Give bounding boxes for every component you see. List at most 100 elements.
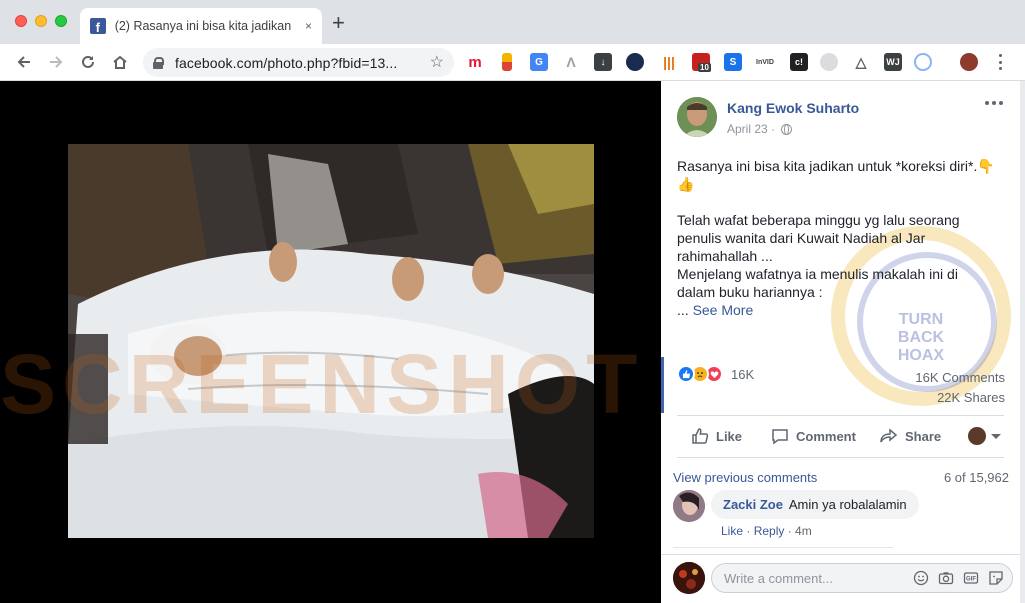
address-bar[interactable]: facebook.com/photo.php?fbid=13... ☆: [143, 48, 454, 77]
post-side-panel: TURN BACK HOAX Kang Ewok Suharto April 2…: [661, 81, 1020, 603]
forward-button[interactable]: [44, 50, 68, 74]
arrow-right-icon: [50, 56, 63, 68]
extension-shield-icon[interactable]: 10: [692, 53, 711, 72]
comment-text: Amin ya robalalamin: [788, 497, 907, 512]
comments-count-link[interactable]: 16K Comments: [915, 368, 1005, 388]
comment-position: 6 of 15,962: [943, 470, 1009, 485]
post-options-button[interactable]: [985, 101, 1003, 105]
bookmark-star-icon[interactable]: ☆: [430, 52, 444, 72]
browser-menu-icon[interactable]: [992, 52, 1008, 72]
tab-title: (2) Rasanya ini bisa kita jadikan: [114, 19, 292, 33]
svg-text:GIF: GIF: [966, 577, 976, 583]
author-avatar[interactable]: [677, 97, 717, 137]
extension-eye-icon[interactable]: [914, 53, 932, 71]
current-user-avatar: [673, 562, 705, 594]
url-text: facebook.com/photo.php?fbid=13...: [175, 54, 398, 71]
view-previous-comments-link[interactable]: View previous comments: [673, 470, 817, 485]
shares-count-link[interactable]: 22K Shares: [915, 388, 1005, 408]
watermark-text: SCREENSHOT: [0, 337, 644, 426]
back-button[interactable]: [12, 50, 36, 74]
lock-icon: [153, 56, 164, 69]
comment-bubble: Zacki Zoe Amin ya robalalamin: [711, 490, 919, 519]
browser-tab-active[interactable]: f (2) Rasanya ini bisa kita jadikan ×: [80, 8, 322, 44]
comment-label: Comment: [796, 428, 856, 444]
minimize-window-button[interactable]: [35, 15, 47, 27]
ellipsis: ...: [677, 302, 693, 318]
gif-icon[interactable]: GIF: [963, 570, 979, 586]
meta-separator: ·: [743, 524, 754, 538]
extension-ci-icon[interactable]: c!: [790, 53, 808, 71]
tab-close-icon[interactable]: ×: [305, 19, 312, 33]
share-button[interactable]: Share: [880, 427, 941, 445]
post-line: dalam buku hariannya :: [677, 284, 823, 300]
share-label: Share: [905, 428, 942, 444]
commenter-name-link[interactable]: Zacki Zoe: [723, 497, 783, 512]
post-line: penulis wanita dari Kuwait Nadiah al Jar: [677, 230, 926, 246]
stamp-text: TURN BACK HOAX: [897, 311, 945, 364]
reaction-count: 16K: [731, 366, 755, 382]
comment-meta: Like · Reply · 4m: [721, 524, 812, 538]
extension-keep-icon[interactable]: [502, 53, 512, 71]
photo-viewer: SCREENSHOT: [0, 81, 661, 603]
camera-icon[interactable]: [938, 570, 954, 586]
see-more-link[interactable]: See More: [693, 302, 754, 318]
facebook-favicon-icon: f: [90, 18, 106, 34]
post-actions-bar: Like Comment Share: [677, 424, 1004, 448]
post-date-text: April 23 ·: [727, 122, 776, 136]
like-label: Like: [716, 428, 743, 444]
engagement-counts: 16K Comments 22K Shares: [915, 368, 1005, 408]
divider: [677, 415, 1004, 416]
commenter-avatar-image: [673, 490, 705, 522]
browser-tab-strip: f (2) Rasanya ini bisa kita jadikan × +: [0, 0, 1025, 44]
extension-m-icon[interactable]: m: [466, 53, 484, 71]
close-window-button[interactable]: [15, 15, 27, 27]
arrow-left-icon: [17, 56, 30, 68]
home-button[interactable]: [108, 50, 132, 74]
divider: [661, 554, 1020, 555]
sticker-icon[interactable]: [988, 570, 1004, 586]
comment-time: · 4m: [784, 524, 812, 538]
profile-avatar[interactable]: [960, 53, 978, 71]
emoji-icon[interactable]: [913, 570, 929, 586]
post-line: rahimahallah ...: [677, 248, 773, 264]
extension-translate-icon[interactable]: G: [530, 53, 548, 71]
extension-soundwave-icon[interactable]: |||: [660, 53, 678, 71]
like-button[interactable]: Like: [691, 427, 742, 445]
comment-button[interactable]: Comment: [771, 427, 856, 445]
extension-s-icon[interactable]: S: [724, 53, 742, 71]
extension-badge: 10: [698, 63, 711, 72]
comment-input[interactable]: Write a comment... GIF: [711, 563, 1013, 593]
post-body: Rasanya ini bisa kita jadikan untuk *kor…: [677, 157, 1007, 319]
divider: [677, 457, 1004, 458]
reaction-summary[interactable]: 16K: [677, 365, 754, 383]
chevron-down-icon: [991, 433, 1001, 439]
reload-button[interactable]: [76, 50, 100, 74]
comment-like-link[interactable]: Like: [721, 524, 743, 538]
comment-reply-link[interactable]: Reply: [754, 524, 785, 538]
extension-wj-icon[interactable]: WJ: [884, 53, 902, 71]
commenter-avatar[interactable]: [673, 490, 705, 522]
globe-icon: [781, 123, 793, 135]
current-user-avatar-image: [673, 562, 705, 594]
extension-a-icon[interactable]: Λ: [562, 53, 580, 71]
comment-input-placeholder: Write a comment...: [724, 570, 833, 586]
author-name-link[interactable]: Kang Ewok Suharto: [727, 100, 859, 116]
like-reaction-icon: [677, 365, 695, 383]
post-line: Menjelang wafatnya ia menulis makalah in…: [677, 266, 958, 282]
home-icon: [113, 55, 127, 69]
extension-drive-icon[interactable]: △: [852, 53, 870, 71]
extension-globe-icon[interactable]: [626, 53, 644, 71]
extension-invid-icon[interactable]: InVID: [756, 53, 774, 71]
comment-icon: [772, 429, 788, 445]
author-avatar-image: [677, 97, 717, 137]
next-comment-peek: [673, 547, 893, 552]
extension-earth-icon[interactable]: [820, 53, 838, 71]
scrollbar[interactable]: [1020, 81, 1025, 603]
maximize-window-button[interactable]: [55, 15, 67, 27]
post-timestamp[interactable]: April 23 ·: [727, 122, 793, 136]
accent-bar: [661, 357, 664, 413]
new-tab-button[interactable]: +: [332, 12, 345, 34]
post-as-selector[interactable]: [968, 427, 1001, 445]
extension-download-icon[interactable]: ↓: [594, 53, 612, 71]
post-line: 👍: [677, 176, 695, 192]
